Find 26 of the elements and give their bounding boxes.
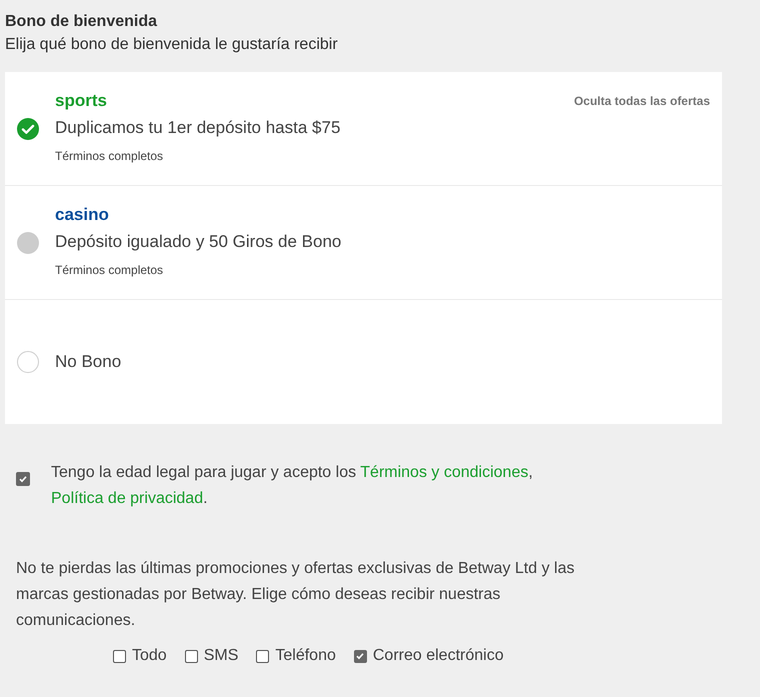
radio-button[interactable] bbox=[17, 351, 39, 373]
channel-label: Correo electrónico bbox=[372, 646, 504, 666]
section-title: Bono de bienvenida bbox=[5, 12, 158, 32]
bonus-description: No Bono bbox=[55, 351, 122, 373]
check-circle-icon[interactable] bbox=[17, 118, 39, 140]
checkbox[interactable] bbox=[256, 650, 270, 662]
channel-label: Todo bbox=[132, 646, 167, 666]
checkmark-icon bbox=[18, 474, 28, 484]
checkbox[interactable] bbox=[354, 650, 367, 662]
channel-label: SMS bbox=[204, 646, 238, 666]
checkbox[interactable] bbox=[184, 650, 198, 662]
hide-offers-link[interactable]: Oculta todas las ofertas bbox=[574, 92, 710, 110]
checkbox[interactable] bbox=[113, 650, 126, 662]
checkmark-icon bbox=[355, 651, 366, 661]
policy-link[interactable]: Términos y condiciones bbox=[360, 464, 528, 481]
terms-link[interactable]: Términos completos bbox=[55, 142, 340, 168]
policy-link[interactable]: Política de privacidad bbox=[51, 490, 204, 507]
section-subtitle: Elija qué bono de bienvenida le gustaría recibir bbox=[5, 35, 339, 55]
brand-label: casino bbox=[55, 204, 110, 226]
brand-label: sports bbox=[55, 90, 108, 112]
bonus-description: Depósito igualado y 50 Giros de Bono bbox=[55, 230, 342, 252]
channel-label: Teléfono bbox=[275, 646, 336, 666]
consent-text: Tengo la edad legal para jugar y acepto los Términos y condiciones, Política de privacidad. bbox=[51, 463, 534, 509]
checkbox[interactable] bbox=[16, 472, 30, 486]
bonus-description: Duplicamos tu 1er depósito hasta $75 bbox=[55, 116, 340, 138]
marketing-text: No te pierdas las últimas promociones y ofertas exclusivas de Betway Ltd y las marcas gestionadas por Betway. Elige cómo deseas recibir nuestras comunicaciones. bbox=[15, 559, 576, 631]
